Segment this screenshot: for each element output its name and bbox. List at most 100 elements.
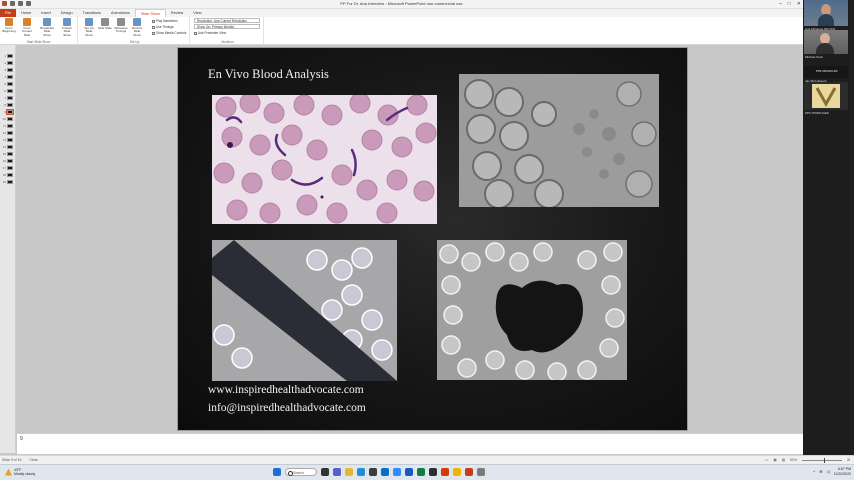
from-current-slide-button[interactable]: From Current Slide [20, 18, 34, 37]
slide-number: 2 [4, 60, 6, 65]
chrome-icon[interactable] [453, 468, 461, 476]
app-icon[interactable] [477, 468, 485, 476]
resolution-dropdown[interactable]: Resolution: Use Current Resolution [194, 18, 260, 23]
terminal-icon[interactable] [429, 468, 437, 476]
email-link[interactable]: info@inspiredhealthadvocate.com [208, 402, 366, 414]
slide-thumbnail[interactable]: 8 [2, 102, 14, 107]
slide-thumbnail[interactable]: 1 [2, 53, 14, 58]
use-timings-checkbox[interactable]: Use Timings [152, 25, 174, 29]
tab-file[interactable]: File [0, 9, 17, 17]
website-link[interactable]: www.inspiredhealthadvocate.com [208, 384, 364, 396]
slide-thumbnail[interactable]: 10 [2, 116, 14, 121]
slide-thumbnail[interactable]: 5 [2, 81, 14, 86]
taskbar-search[interactable]: Search [285, 468, 317, 476]
checkbox-icon [152, 19, 155, 23]
zoom-slider[interactable] [802, 457, 843, 463]
participant-video[interactable]: PPF PRODUCER [804, 82, 848, 115]
weather-widget[interactable]: 43°F Mostly cloudy [5, 468, 35, 476]
edge-icon[interactable] [357, 468, 365, 476]
word-icon[interactable] [405, 468, 413, 476]
tab-animations[interactable]: Animations [106, 9, 135, 17]
notes-pane[interactable]: 9 [17, 433, 803, 454]
reading-view-icon[interactable]: ▤ [782, 458, 785, 462]
rehearse-timings-button[interactable]: Rehearse Timings [114, 18, 128, 34]
participant-video[interactable]: PPF MISSOURI Jan McCullough [804, 66, 848, 83]
file-explorer-icon[interactable] [345, 468, 353, 476]
weather-icon [5, 468, 12, 476]
excel-icon[interactable] [417, 468, 425, 476]
slide-number: 6 [4, 88, 6, 93]
tab-insert[interactable]: Insert [36, 9, 56, 17]
hide-slide-button[interactable]: Hide Slide [98, 18, 112, 30]
window-title: PP For Dr. Ana Interview - Microsoft Pow… [340, 1, 463, 6]
tab-slide-show[interactable]: Slide Show [134, 9, 166, 17]
slide-thumbnail[interactable]: 13 [2, 137, 14, 142]
start-slide-show-group: From Beginning From Current Slide Broadc… [0, 17, 78, 45]
slide-number: 13 [2, 137, 6, 142]
presenter-view-checkbox[interactable]: Use Presenter View [194, 31, 226, 35]
dark-field-graphic [459, 74, 659, 207]
slide-thumbnail[interactable]: 2 [2, 60, 14, 65]
slide-thumbnail[interactable]: 7 [2, 95, 14, 100]
show-on-dropdown[interactable]: Show On: Primary Monitor [194, 24, 260, 29]
volume-icon[interactable]: ◁ [827, 469, 830, 474]
powerpoint-icon[interactable] [465, 468, 473, 476]
tab-transitions[interactable]: Transitions [78, 9, 106, 17]
group-label: Start Slide Show [26, 40, 51, 44]
ribbon-tabs: File Home Insert Design Transitions Anim… [0, 9, 803, 17]
thumbnail-image [7, 123, 13, 128]
taskbar-apps: Search [273, 468, 485, 476]
slide-thumbnail[interactable]: 11 [2, 123, 14, 128]
thumbnail-image [7, 102, 13, 107]
wifi-icon[interactable]: ≋ [819, 469, 822, 474]
thumbnail-image [6, 108, 14, 115]
close-icon[interactable]: ✕ [797, 1, 801, 7]
play-narrations-checkbox[interactable]: Play Narrations [152, 19, 178, 23]
slide-thumbnail[interactable]: 9 [2, 108, 14, 115]
slide-thumbnail[interactable]: 3 [2, 67, 14, 72]
minimize-icon[interactable]: – [779, 1, 782, 7]
task-view-icon[interactable] [321, 468, 329, 476]
current-slide[interactable]: En Vivo Blood Analysis www.inspiredhealt… [177, 47, 688, 431]
slide-number: 11 [3, 123, 6, 128]
slide-number: 4 [4, 74, 6, 79]
thumbnail-image [7, 60, 13, 65]
tab-review[interactable]: Review [166, 9, 188, 17]
slide-thumbnail[interactable]: 15 [2, 151, 14, 156]
start-icon[interactable] [273, 468, 281, 476]
slide-thumbnail[interactable]: 12 [2, 130, 14, 135]
fit-slide-icon[interactable]: ⊞ [847, 458, 850, 462]
slide-thumbnail[interactable]: 17 [2, 165, 14, 170]
participant-video[interactable]: Ana Mihalcea MD PhD [804, 0, 848, 31]
slide-thumbnail[interactable]: 16 [2, 158, 14, 163]
record-slide-show-button[interactable]: Record Slide Show [130, 18, 144, 37]
sorter-view-icon[interactable]: ▦ [773, 458, 776, 462]
slide-thumbnail[interactable]: 19 [2, 179, 14, 184]
chevron-up-icon[interactable]: ^ [813, 469, 815, 474]
set-up-slide-show-button[interactable]: Set Up Slide Show [82, 18, 96, 37]
participant-video[interactable]: Michael Scott [804, 30, 848, 59]
clock[interactable]: 6:57 PM 11/22/2022 [834, 467, 851, 476]
slide-thumbnail[interactable]: 6 [2, 88, 14, 93]
slide-thumbnail[interactable]: 4 [2, 74, 14, 79]
zoom-icon[interactable] [393, 468, 401, 476]
tab-design[interactable]: Design [56, 9, 78, 17]
thumbnail-image [7, 116, 13, 121]
slide-thumbnail[interactable]: 18 [2, 172, 14, 177]
store-icon[interactable] [369, 468, 377, 476]
zoom-level[interactable]: 60% [790, 458, 797, 462]
show-media-controls-checkbox[interactable]: Show Media Controls [152, 31, 186, 35]
normal-view-icon[interactable]: ▭ [765, 458, 768, 462]
chat-icon[interactable] [333, 468, 341, 476]
from-beginning-button[interactable]: From Beginning [2, 18, 16, 34]
office-icon[interactable] [441, 468, 449, 476]
tab-view[interactable]: View [188, 9, 206, 17]
custom-slide-show-button[interactable]: Custom Slide Show [60, 18, 74, 37]
slide-number: 3 [4, 67, 6, 72]
tab-home[interactable]: Home [16, 9, 36, 17]
set-up-group: Set Up Slide Show Hide Slide Rehearse Ti… [80, 17, 190, 45]
slide-thumbnail[interactable]: 14 [2, 144, 14, 149]
broadcast-slide-show-button[interactable]: Broadcast Slide Show [40, 18, 54, 37]
mail-icon[interactable] [381, 468, 389, 476]
maximize-icon[interactable]: □ [788, 1, 791, 7]
